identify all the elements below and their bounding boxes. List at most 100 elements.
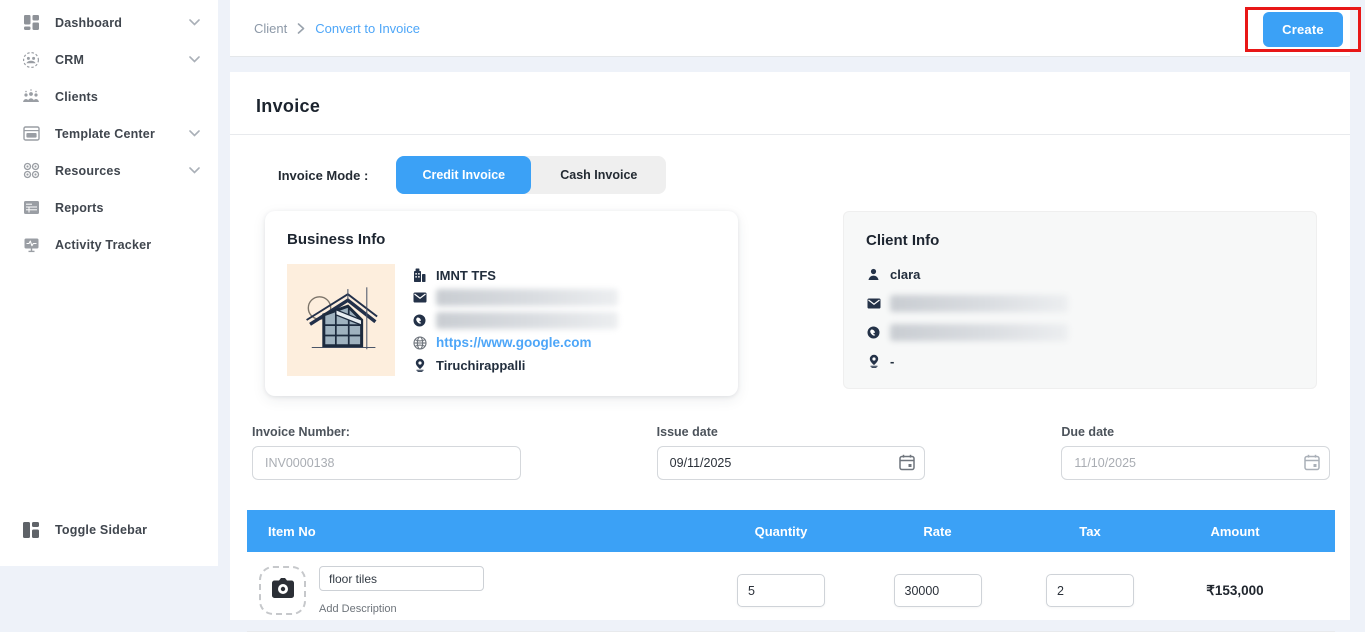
invoice-number-label: Invoice Number: <box>252 425 350 439</box>
sidebar-item-clients[interactable]: Clients <box>0 78 218 115</box>
crm-icon <box>22 51 40 69</box>
business-info-card: Business Info IMNT TFS https://www.googl… <box>265 211 738 396</box>
info-cards-row: Business Info IMNT TFS https://www.googl… <box>265 211 1317 396</box>
globe-icon <box>412 335 427 350</box>
resources-icon <box>22 162 40 180</box>
business-location-row: Tiruchirappalli <box>412 356 716 374</box>
business-name: IMNT TFS <box>436 267 496 283</box>
invoice-number-input[interactable] <box>252 446 521 480</box>
add-description-link[interactable]: Add Description <box>319 603 484 615</box>
phone-icon <box>412 314 427 327</box>
calendar-icon[interactable] <box>1304 454 1320 476</box>
building-illustration <box>306 287 378 350</box>
toggle-sidebar-icon <box>22 521 40 539</box>
invoice-number-field: Invoice Number: <box>252 425 521 480</box>
topbar: Client Convert to Invoice Create <box>230 0 1361 57</box>
redacted-phone <box>436 311 618 329</box>
issue-date-input[interactable] <box>656 446 926 480</box>
sidebar-item-label: Clients <box>55 89 99 104</box>
clients-icon <box>22 88 40 106</box>
due-date-label: Due date <box>1061 425 1115 439</box>
client-name-row: clara <box>866 265 1294 283</box>
business-phone-row <box>412 311 716 329</box>
business-logo <box>287 264 395 376</box>
business-name-row: IMNT TFS <box>412 266 716 284</box>
invoice-items-table: Item No Quantity Rate Tax Amount Add Des… <box>247 510 1335 632</box>
column-header-rate: Rate <box>923 523 952 539</box>
sidebar-item-activity-tracker[interactable]: Activity Tracker <box>0 226 218 263</box>
business-email-row <box>412 289 716 307</box>
sidebar-item-reports[interactable]: Reports <box>0 189 218 226</box>
column-header-item-no: Item No <box>268 523 316 539</box>
redacted-email <box>890 294 1068 312</box>
location-icon <box>866 354 881 368</box>
item-name-input[interactable] <box>319 566 484 591</box>
redacted-phone <box>890 323 1068 341</box>
client-info-card: Client Info clara - <box>843 211 1317 389</box>
column-header-tax: Tax <box>1079 523 1101 539</box>
redacted-email <box>436 289 618 306</box>
client-email-row <box>866 294 1294 312</box>
sidebar-item-label: Dashboard <box>55 15 123 30</box>
item-image-upload[interactable] <box>259 566 306 615</box>
calendar-icon[interactable] <box>899 454 916 476</box>
sidebar-item-label: Resources <box>55 163 121 178</box>
client-phone-row <box>866 323 1294 341</box>
building-icon <box>412 268 427 282</box>
sidebar-item-label: Reports <box>55 200 104 215</box>
invoice-mode-toggle: Credit Invoice Cash Invoice <box>396 156 667 194</box>
camera-icon <box>270 577 296 605</box>
column-header-quantity: Quantity <box>754 523 808 539</box>
breadcrumb-client[interactable]: Client <box>254 21 287 36</box>
invoice-panel: Invoice Invoice Mode : Credit Invoice Ca… <box>230 72 1350 632</box>
sidebar-item-resources[interactable]: Resources <box>0 152 218 189</box>
business-website-link[interactable]: https://www.google.com <box>436 335 592 350</box>
chevron-right-icon <box>297 22 305 34</box>
tax-input[interactable] <box>1046 574 1134 607</box>
mail-icon <box>412 292 427 303</box>
table-row: Add Description ₹153,000 <box>247 552 1335 632</box>
person-icon <box>866 268 881 281</box>
chevron-down-icon <box>189 56 200 63</box>
invoice-mode-row: Invoice Mode : Credit Invoice Cash Invoi… <box>278 156 1350 194</box>
dashboard-icon <box>22 14 40 32</box>
breadcrumb: Client Convert to Invoice <box>254 21 420 36</box>
table-header: Item No Quantity Rate Tax Amount <box>247 510 1335 552</box>
due-date-input[interactable] <box>1061 446 1331 480</box>
sidebar-item-dashboard[interactable]: Dashboard <box>0 4 218 41</box>
invoice-fields-row: Invoice Number: Issue date Due date <box>252 425 1331 480</box>
sidebar-item-label: Template Center <box>55 126 156 141</box>
annotation-highlight-box: Create <box>1245 7 1361 52</box>
due-date-field: Due date <box>1061 425 1331 480</box>
sidebar-item-template-center[interactable]: Template Center <box>0 115 218 152</box>
amount-value: ₹153,000 <box>1206 582 1264 598</box>
chevron-down-icon <box>189 19 200 26</box>
toggle-sidebar-label: Toggle Sidebar <box>55 522 148 537</box>
client-info-title: Client Info <box>866 232 940 249</box>
sidebar-item-crm[interactable]: CRM <box>0 41 218 78</box>
rate-input[interactable] <box>893 574 982 607</box>
phone-icon <box>866 326 881 339</box>
breadcrumb-convert-to-invoice[interactable]: Convert to Invoice <box>315 21 420 36</box>
sidebar-item-label: CRM <box>55 52 85 67</box>
create-button[interactable]: Create <box>1263 12 1343 47</box>
template-center-icon <box>22 125 40 143</box>
column-header-amount: Amount <box>1210 523 1260 539</box>
toggle-sidebar-button[interactable]: Toggle Sidebar <box>0 511 218 548</box>
cash-invoice-button[interactable]: Cash Invoice <box>531 156 666 194</box>
business-info-title: Business Info <box>287 231 386 248</box>
sidebar: Dashboard CRM Clients Template Center Re… <box>0 0 218 566</box>
chevron-down-icon <box>189 130 200 137</box>
issue-date-label: Issue date <box>656 425 718 439</box>
client-location: - <box>890 353 895 369</box>
sidebar-item-label: Activity Tracker <box>55 237 152 252</box>
location-icon <box>412 358 427 372</box>
issue-date-field: Issue date <box>656 425 926 480</box>
quantity-input[interactable] <box>737 574 825 607</box>
page-title: Invoice <box>230 72 1350 135</box>
chevron-down-icon <box>189 167 200 174</box>
credit-invoice-button[interactable]: Credit Invoice <box>396 156 532 194</box>
business-website-row: https://www.google.com <box>412 334 716 352</box>
business-location: Tiruchirappalli <box>436 357 526 373</box>
mail-icon <box>866 298 881 309</box>
